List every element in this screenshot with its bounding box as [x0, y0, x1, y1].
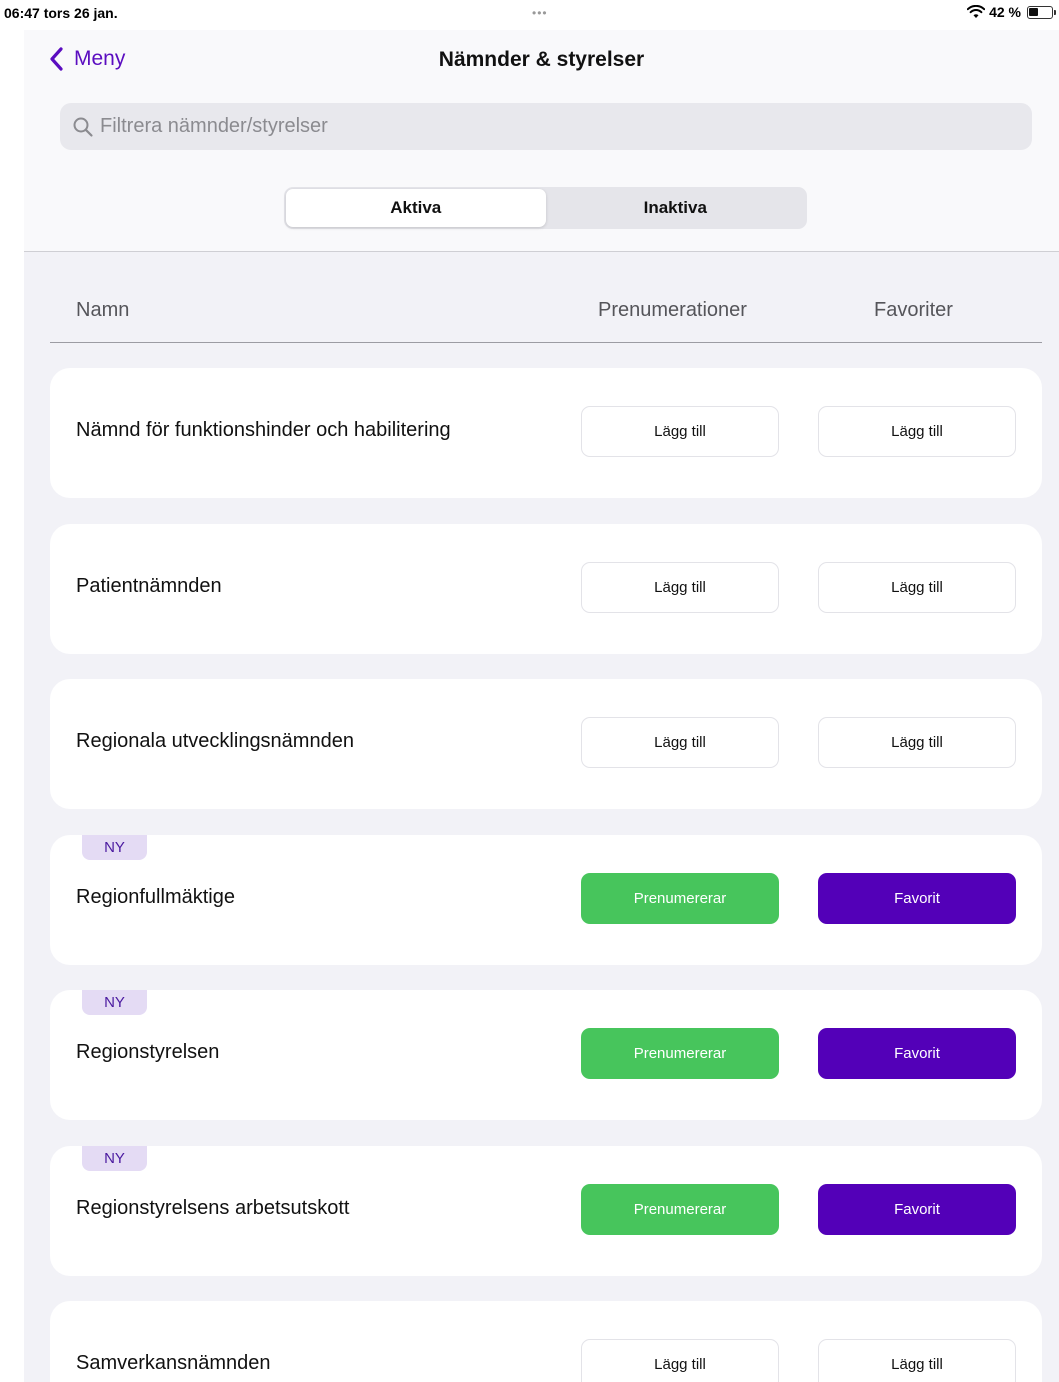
app-window: Meny Nämnder & styrelser Aktiva Inaktiva… [24, 30, 1059, 1382]
column-header-subscriptions: Prenumerationer [598, 299, 747, 321]
subscribed-button[interactable]: Prenumererar [581, 873, 779, 924]
status-segmented-control: Aktiva Inaktiva [284, 187, 807, 229]
committee-name: Nämnd för funktionshinder och habiliteri… [76, 419, 451, 441]
new-badge: NY [82, 1146, 147, 1171]
add-favorite-button[interactable]: Lägg till [818, 717, 1016, 768]
favorite-button[interactable]: Favorit [818, 1184, 1016, 1235]
list-item: Nämnd för funktionshinder och habiliteri… [50, 368, 1042, 498]
status-indicators: 42 % [967, 4, 1056, 20]
favorite-button[interactable]: Favorit [818, 1028, 1016, 1079]
list-item: NY Regionstyrelsen Prenumererar Favorit [50, 990, 1042, 1120]
committee-name: Regionstyrelsen [76, 1041, 220, 1063]
add-subscription-button[interactable]: Lägg till [581, 717, 779, 768]
list-item: Regionala utvecklingsnämnden Lägg till L… [50, 679, 1042, 809]
battery-percent: 42 % [989, 4, 1021, 20]
committee-name: Samverkansnämnden [76, 1352, 271, 1374]
add-favorite-button[interactable]: Lägg till [818, 1339, 1016, 1382]
segment-aktiva[interactable]: Aktiva [286, 189, 546, 227]
list-item: NY Regionfullmäktige Prenumererar Favori… [50, 835, 1042, 965]
column-headers: Namn Prenumerationer Favoriter [50, 285, 1042, 343]
search-field[interactable] [60, 103, 1032, 150]
committee-name: Regionstyrelsens arbetsutskott [76, 1197, 350, 1219]
header: Meny Nämnder & styrelser Aktiva Inaktiva [24, 30, 1059, 252]
column-header-name: Namn [76, 299, 130, 321]
add-subscription-button[interactable]: Lägg till [581, 1339, 779, 1382]
search-icon [73, 117, 93, 137]
favorite-button[interactable]: Favorit [818, 873, 1016, 924]
new-badge: NY [82, 835, 147, 860]
committee-name: Patientnämnden [76, 575, 222, 597]
add-subscription-button[interactable]: Lägg till [581, 562, 779, 613]
segment-inaktiva[interactable]: Inaktiva [546, 189, 806, 227]
wifi-icon [967, 5, 986, 18]
committee-name: Regionfullmäktige [76, 886, 235, 908]
search-input[interactable] [100, 115, 1000, 138]
list-item: Patientnämnden Lägg till Lägg till [50, 524, 1042, 654]
add-favorite-button[interactable]: Lägg till [818, 562, 1016, 613]
list-item: NY Regionstyrelsens arbetsutskott Prenum… [50, 1146, 1042, 1276]
committee-name: Regionala utvecklingsnämnden [76, 730, 354, 752]
status-bar: 06:47 tors 26 jan. ••• 42 % [0, 0, 1059, 30]
battery-icon [1027, 5, 1056, 19]
multitasking-dots[interactable]: ••• [532, 6, 548, 20]
list-item: Samverkansnämnden Lägg till Lägg till [50, 1301, 1042, 1382]
subscribed-button[interactable]: Prenumererar [581, 1028, 779, 1079]
subscribed-button[interactable]: Prenumererar [581, 1184, 779, 1235]
column-header-favorites: Favoriter [874, 299, 953, 321]
status-time: 06:47 tors 26 jan. [4, 5, 118, 21]
page-title: Nämnder & styrelser [438, 48, 645, 71]
new-badge: NY [82, 990, 147, 1015]
add-favorite-button[interactable]: Lägg till [818, 406, 1016, 457]
add-subscription-button[interactable]: Lägg till [581, 406, 779, 457]
